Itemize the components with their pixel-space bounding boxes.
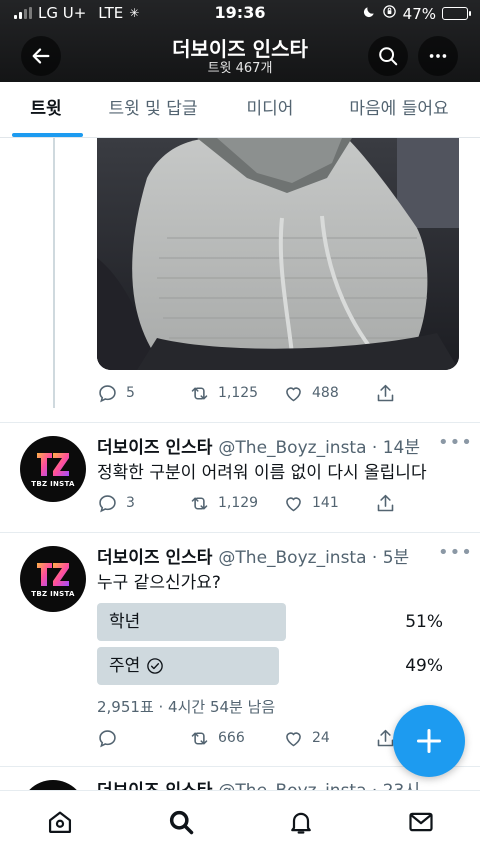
search-icon	[379, 47, 398, 66]
tweet-divider	[0, 422, 480, 423]
poll-option: 학년 51%	[97, 603, 447, 641]
tweet-actions: 5 1,125 488	[97, 381, 407, 405]
heart-icon	[286, 731, 301, 746]
poll-option-percent: 51%	[405, 612, 443, 632]
tab-media[interactable]: 미디어	[226, 82, 314, 138]
tab-tweets[interactable]: 트윗	[0, 82, 92, 138]
retweet-icon	[191, 731, 208, 745]
tweet-header: 더보이즈 인스타 @The_Boyz_insta · 14분	[97, 433, 420, 458]
home-icon	[48, 811, 72, 834]
like-button[interactable]: 24	[283, 726, 330, 750]
retweet-count: 666	[218, 730, 245, 746]
status-bar: LG U+ LTE ✳ 19:36 47%	[0, 0, 480, 28]
reply-count: 3	[126, 495, 135, 511]
share-button[interactable]	[375, 381, 396, 405]
nav-home[interactable]	[45, 807, 75, 837]
more-options-button[interactable]	[418, 36, 458, 76]
battery-icon	[442, 7, 471, 20]
tweet-actions: 666 24	[97, 726, 407, 750]
tweet-more-icon[interactable]: •••	[438, 542, 473, 563]
poll-option-label: 주연	[109, 656, 141, 676]
author-name[interactable]: 더보이즈 인스타	[97, 548, 212, 568]
reply-icon	[99, 729, 116, 747]
tweet-header: 더보이즈 인스타 @The_Boyz_insta · 5분	[97, 543, 409, 568]
tweet-actions: 3 1,129 141	[97, 491, 407, 515]
retweet-count: 1,129	[218, 495, 259, 511]
tweet-text: 정확한 구분이 어려워 이름 없이 다시 올립니다	[97, 463, 427, 483]
reply-count: 5	[126, 385, 135, 401]
reply-button[interactable]: 5	[97, 381, 135, 405]
retweet-button[interactable]: 666	[189, 726, 245, 750]
share-button[interactable]	[375, 491, 396, 515]
reply-icon	[99, 384, 116, 402]
tab-likes[interactable]: 마음에 들어요	[334, 82, 464, 138]
poll-option-label: 학년	[109, 612, 141, 632]
author-handle-time: @The_Boyz_insta · 5분	[218, 548, 410, 568]
tweet-text: 누구 같으신가요?	[97, 573, 221, 593]
tweet-more-icon[interactable]: •••	[438, 432, 473, 453]
like-button[interactable]: 488	[283, 381, 339, 405]
retweet-icon	[191, 496, 208, 510]
reply-button[interactable]	[97, 726, 126, 750]
avatar-caption: TBZ INSTA	[31, 480, 75, 488]
mail-icon	[409, 812, 433, 832]
author-name[interactable]: 더보이즈 인스타	[97, 438, 212, 458]
like-count: 24	[312, 730, 330, 746]
author-handle-time: @The_Boyz_insta · 14분	[218, 438, 420, 458]
search-icon	[169, 810, 194, 835]
plus-icon	[416, 728, 442, 754]
active-tab-indicator	[12, 133, 83, 137]
check-circle-icon	[147, 658, 164, 674]
retweet-button[interactable]: 1,129	[189, 491, 258, 515]
compose-tweet-button[interactable]	[393, 705, 465, 777]
profile-header: LG U+ LTE ✳ 19:36 47% 더보이즈 인스타 트윗 467개	[0, 0, 480, 82]
orientation-lock-icon	[382, 4, 397, 23]
share-icon	[377, 384, 394, 401]
reply-button[interactable]: 3	[97, 491, 135, 515]
header-search-button[interactable]	[368, 36, 408, 76]
poll-option-percent: 49%	[405, 656, 443, 676]
heart-icon	[286, 386, 301, 401]
avatar[interactable]: TBZ INSTA	[20, 436, 86, 502]
nav-search[interactable]	[166, 807, 196, 837]
share-icon	[377, 494, 394, 511]
like-count: 141	[312, 495, 339, 511]
reply-icon	[99, 494, 116, 512]
heart-icon	[286, 496, 301, 511]
poll-option: 주연 49%	[97, 647, 447, 685]
battery-percent: 47%	[402, 4, 436, 23]
bottom-nav	[0, 790, 480, 854]
more-icon	[429, 54, 447, 58]
poll-info: 2,951표 · 4시간 54분 남음	[97, 698, 276, 716]
profile-tabs: 트윗 트윗 및 답글 미디어 마음에 들어요	[0, 82, 480, 138]
tweet-media-image[interactable]	[97, 138, 459, 370]
tbz-logo-icon	[37, 563, 69, 586]
like-count: 488	[312, 385, 339, 401]
thread-line	[53, 138, 55, 408]
tweet-divider	[0, 532, 480, 533]
like-button[interactable]: 141	[283, 491, 339, 515]
tab-tweets-and-replies[interactable]: 트윗 및 답글	[96, 82, 210, 138]
avatar-caption: TBZ INSTA	[31, 590, 75, 598]
avatar[interactable]: TBZ INSTA	[20, 546, 86, 612]
bell-icon	[291, 812, 311, 834]
nav-messages[interactable]	[406, 807, 436, 837]
moon-icon	[362, 5, 376, 23]
nav-notifications[interactable]	[286, 807, 316, 837]
retweet-count: 1,125	[218, 385, 259, 401]
retweet-button[interactable]: 1,125	[189, 381, 258, 405]
retweet-icon	[191, 386, 208, 400]
tbz-logo-icon	[37, 453, 69, 476]
tweet-count: 트윗 467개	[207, 61, 273, 76]
